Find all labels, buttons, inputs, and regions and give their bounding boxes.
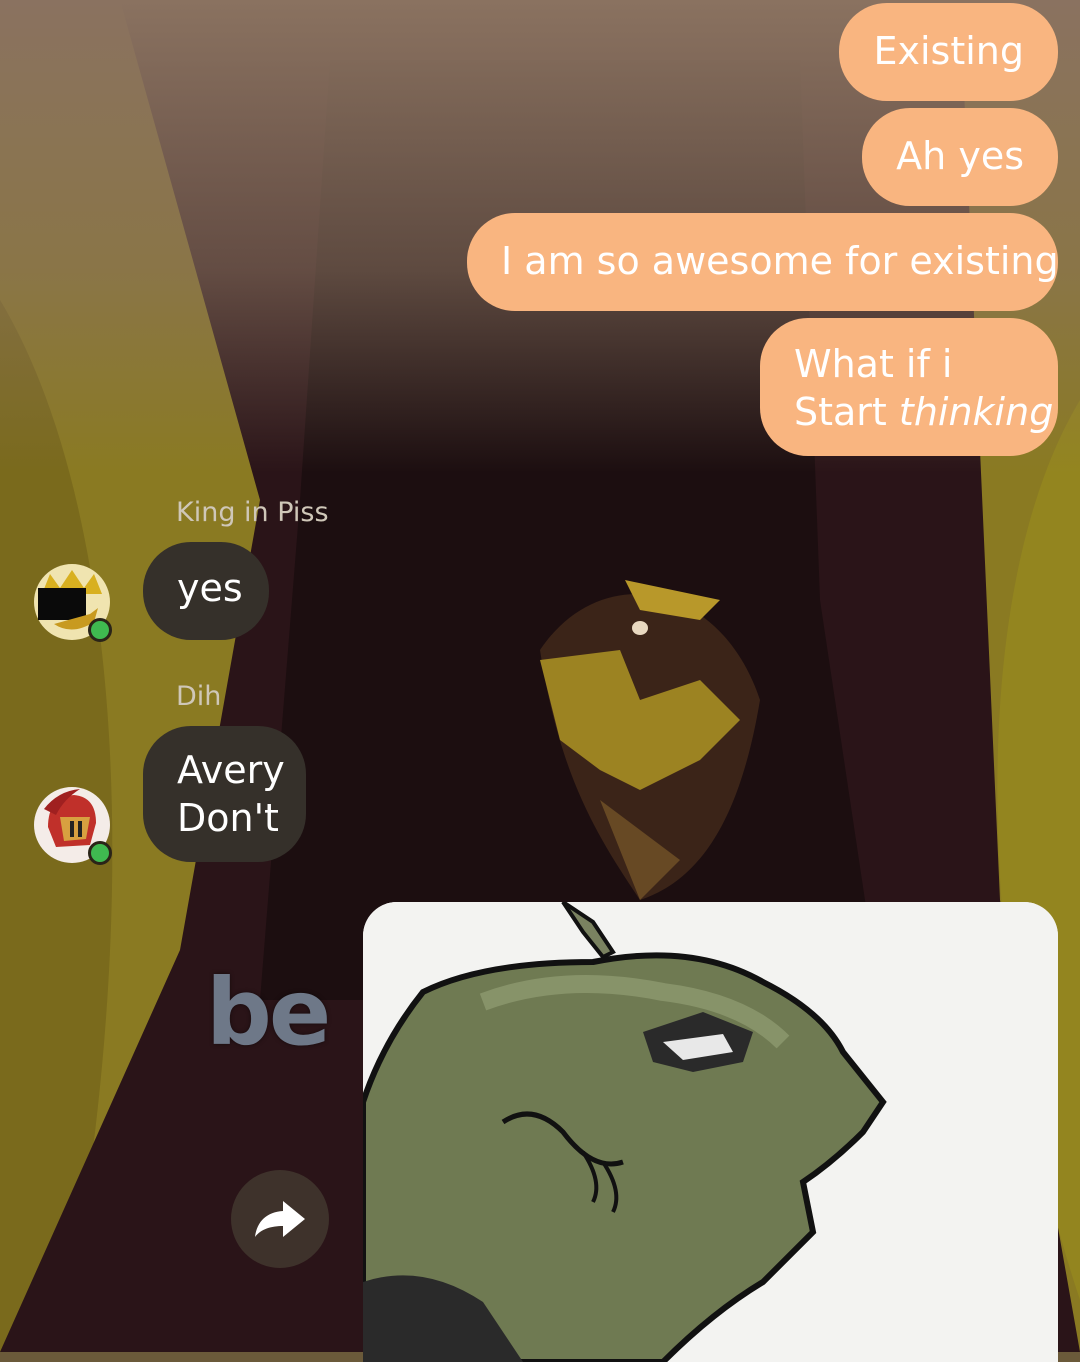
outgoing-message[interactable]: I am so awesome for existing xyxy=(467,213,1059,311)
forward-button[interactable] xyxy=(231,1170,329,1268)
outgoing-message[interactable]: Existing xyxy=(839,3,1058,101)
message-text: yes xyxy=(177,566,243,610)
message-text: Existing xyxy=(873,29,1024,73)
forward-arrow-icon xyxy=(255,1201,305,1237)
incoming-message[interactable]: yes xyxy=(143,542,269,640)
incoming-message[interactable]: Avery Don't xyxy=(143,726,306,862)
message-text-line: Start thinking xyxy=(794,388,1053,436)
overlay-caption: be xyxy=(206,959,331,1066)
green-creature-sticker-image xyxy=(363,902,1058,1362)
sender-name: Dih xyxy=(176,681,222,712)
outgoing-message[interactable]: Ah yes xyxy=(862,108,1058,206)
message-text: Don't xyxy=(177,796,279,840)
message-emphasis: thinking xyxy=(898,390,1054,434)
message-text: What if i xyxy=(794,342,953,386)
message-text: I am so awesome for existing xyxy=(501,239,1059,283)
online-status-indicator xyxy=(88,618,112,642)
message-text: Ah yes xyxy=(896,134,1024,178)
online-status-indicator xyxy=(88,841,112,865)
avatar[interactable] xyxy=(34,787,112,865)
message-text: Start xyxy=(794,390,899,434)
message-text: Avery xyxy=(177,748,285,792)
image-message[interactable] xyxy=(363,902,1058,1362)
sender-name: King in Piss xyxy=(176,497,329,528)
outgoing-message[interactable]: What if i Start thinking xyxy=(760,318,1058,456)
avatar[interactable] xyxy=(34,564,112,642)
